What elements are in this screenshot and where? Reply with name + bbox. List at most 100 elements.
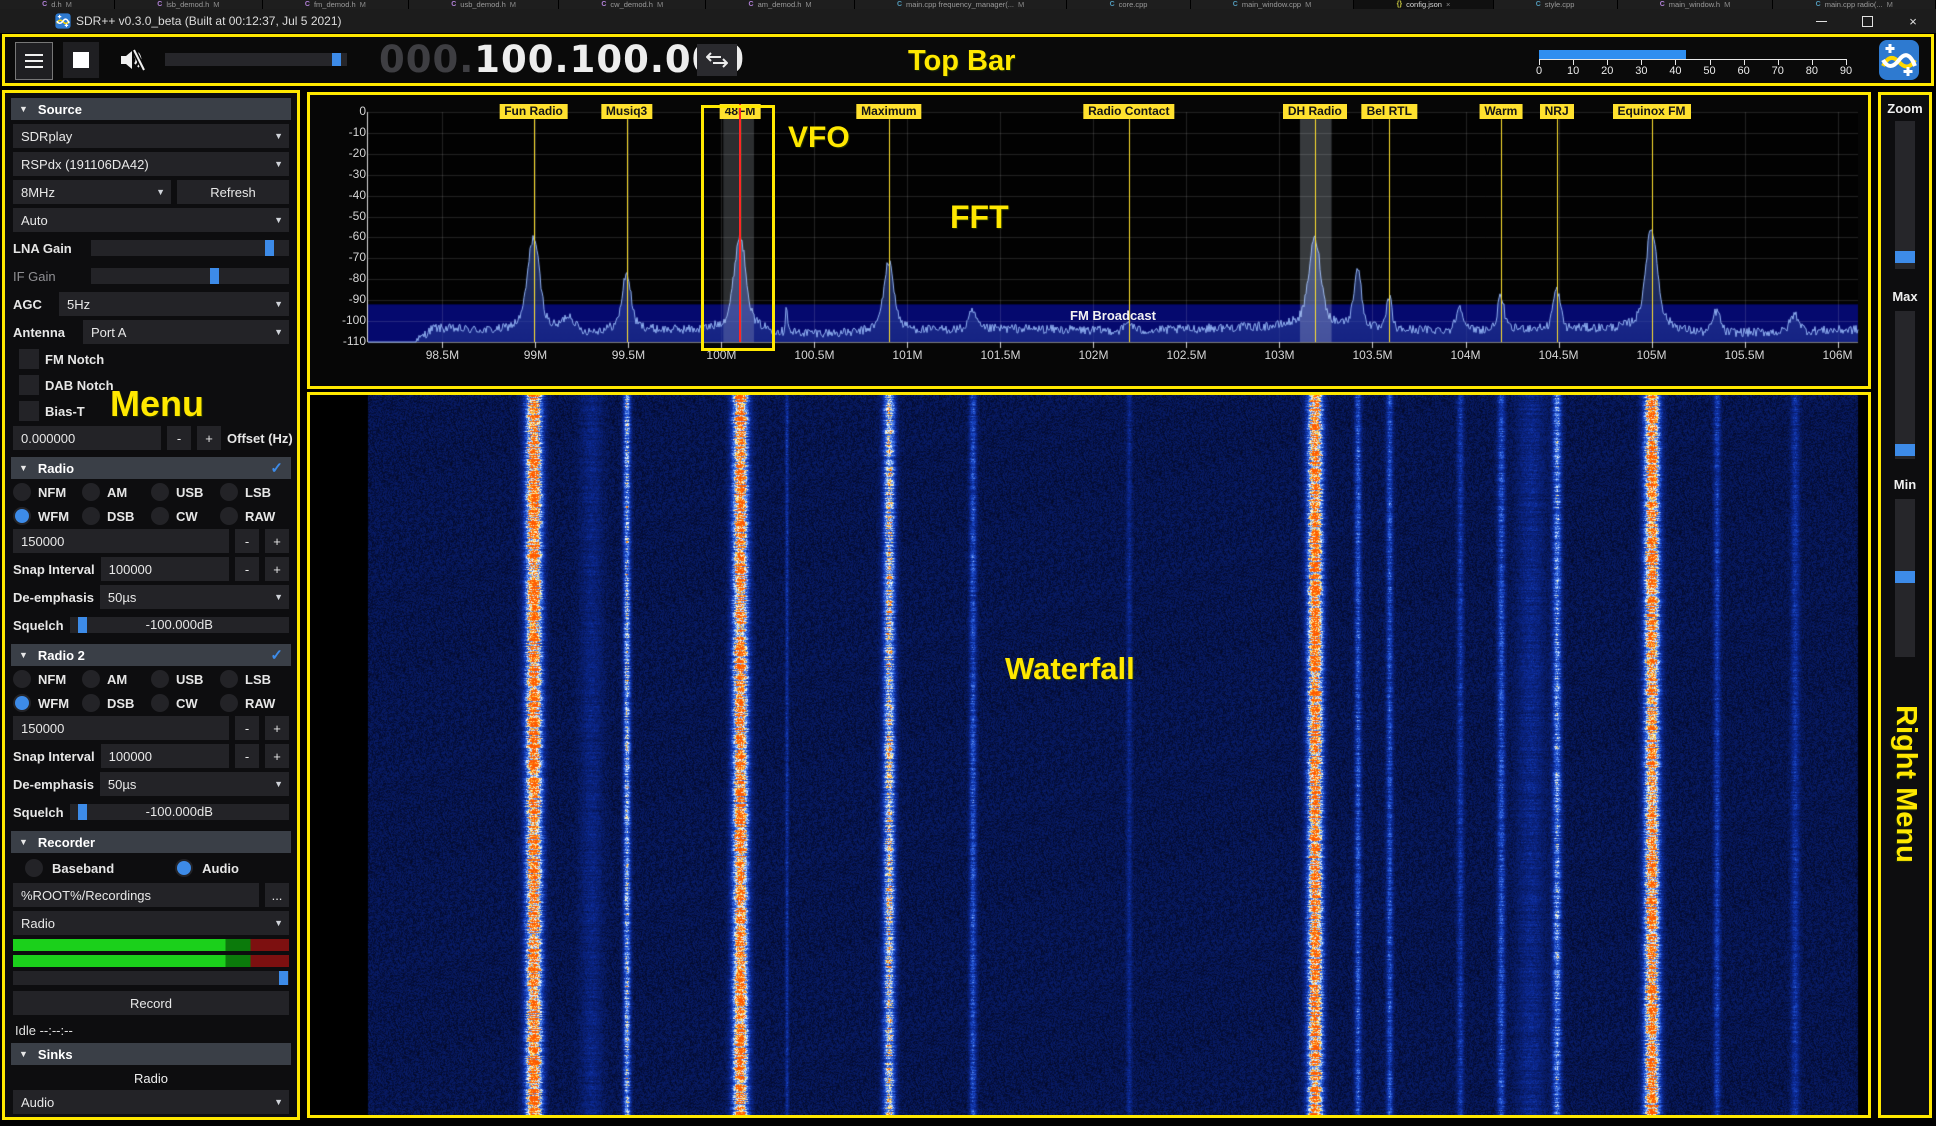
mode-radio[interactable]: [82, 483, 100, 501]
mode-option-nfm[interactable]: NFM: [13, 482, 82, 502]
mode-option-dsb[interactable]: DSB: [82, 506, 151, 526]
offset-plus-button[interactable]: +: [197, 426, 221, 450]
bandwidth-minus-button[interactable]: -: [235, 529, 259, 553]
stop-button[interactable]: [63, 42, 99, 78]
snap-interval-input[interactable]: 100000: [101, 744, 229, 768]
bookmark-label[interactable]: Equinox FM: [1613, 104, 1691, 119]
section-header-radio[interactable]: ▼ Radio ✓: [11, 457, 291, 479]
section-header-source[interactable]: ▼ Source: [11, 98, 291, 120]
editor-tab[interactable]: Cam_demod.hM: [706, 0, 854, 9]
bookmark-label[interactable]: Warm: [1479, 104, 1522, 119]
mode-radio[interactable]: [82, 670, 100, 688]
snap-minus-button[interactable]: -: [235, 744, 259, 768]
editor-tab[interactable]: Ccw_demod.hM: [559, 0, 706, 9]
browse-button[interactable]: ...: [265, 883, 289, 907]
antenna-select[interactable]: Port A▼: [83, 320, 289, 344]
baseband-radio[interactable]: [25, 859, 43, 877]
bandwidth-plus-button[interactable]: +: [265, 716, 289, 740]
mode-option-dsb[interactable]: DSB: [82, 693, 151, 713]
fft-canvas[interactable]: [310, 95, 1868, 386]
zoom-slider[interactable]: [1895, 121, 1915, 269]
agc-rate-select[interactable]: 5Hz▼: [59, 292, 289, 316]
editor-tab[interactable]: Cd.hM: [0, 0, 115, 9]
radio-bandwidth-input[interactable]: 150000: [13, 529, 229, 553]
mode-radio[interactable]: [13, 507, 31, 525]
section-header-sinks[interactable]: ▼ Sinks: [11, 1043, 291, 1065]
snap-interval-input[interactable]: 100000: [101, 557, 229, 581]
fft-display[interactable]: 0-10-20-30-40-50-60-70-80-90-100-110 98.…: [310, 95, 1868, 386]
bookmark-label[interactable]: Bel RTL: [1362, 104, 1417, 119]
waterfall-canvas[interactable]: [310, 395, 1868, 1115]
mode-option-cw[interactable]: CW: [151, 693, 220, 713]
bookmark-label[interactable]: Maximum: [856, 104, 921, 119]
squelch-slider[interactable]: -100.000dB: [70, 804, 289, 820]
snap-plus-button[interactable]: +: [265, 744, 289, 768]
bandwidth-plus-button[interactable]: +: [265, 529, 289, 553]
mode-option-raw[interactable]: RAW: [220, 506, 289, 526]
recorder-stream-select[interactable]: Radio▼: [13, 911, 289, 935]
frequency-display[interactable]: 000.100.100.000: [379, 37, 745, 83]
bias-t-checkbox[interactable]: [19, 401, 39, 421]
refresh-button[interactable]: Refresh: [177, 180, 289, 204]
editor-tab[interactable]: Cmain.cpp frequency_manager(...M: [855, 0, 1068, 9]
editor-tab[interactable]: Cmain_window.hM: [1618, 0, 1774, 9]
mode-radio[interactable]: [82, 694, 100, 712]
max-slider[interactable]: [1895, 311, 1915, 459]
editor-tab[interactable]: Cstyle.cpp: [1494, 0, 1618, 9]
offset-input[interactable]: 0.000000: [13, 426, 161, 450]
editor-tab[interactable]: Cmain_window.cppM: [1191, 0, 1355, 9]
mode-option-wfm[interactable]: WFM: [13, 693, 82, 713]
mode-option-nfm[interactable]: NFM: [13, 669, 82, 689]
close-button[interactable]: ×: [1890, 9, 1936, 33]
sink-type-select[interactable]: Audio▼: [13, 1090, 289, 1114]
mode-radio[interactable]: [220, 694, 238, 712]
lna-gain-handle[interactable]: [265, 240, 274, 256]
record-button[interactable]: Record: [13, 991, 289, 1015]
mode-option-am[interactable]: AM: [82, 669, 151, 689]
mode-radio[interactable]: [151, 670, 169, 688]
mode-radio[interactable]: [13, 670, 31, 688]
if-gain-handle[interactable]: [210, 268, 219, 284]
mode-option-usb[interactable]: USB: [151, 669, 220, 689]
source-device-select[interactable]: RSPdx (191106DA42)▼: [13, 152, 289, 176]
bookmark-label[interactable]: DH Radio: [1283, 104, 1347, 119]
mode-radio[interactable]: [82, 507, 100, 525]
recorder-volume-handle[interactable]: [279, 971, 288, 985]
gain-mode-select[interactable]: Auto▼: [13, 208, 289, 232]
editor-tab[interactable]: Cfm_demod.hM: [263, 0, 409, 9]
mode-radio[interactable]: [13, 694, 31, 712]
mode-option-usb[interactable]: USB: [151, 482, 220, 502]
mode-radio[interactable]: [151, 483, 169, 501]
fm-notch-checkbox[interactable]: [19, 349, 39, 369]
module-enabled-check-icon[interactable]: ✓: [270, 646, 283, 664]
lna-gain-slider[interactable]: [91, 240, 289, 256]
volume-slider-handle[interactable]: [332, 53, 341, 66]
bookmark-label[interactable]: Musiq3: [601, 104, 652, 119]
section-header-radio2[interactable]: ▼ Radio 2 ✓: [11, 644, 291, 666]
editor-tab[interactable]: Cmain.cpp radio(...M: [1773, 0, 1936, 9]
mode-radio[interactable]: [151, 507, 169, 525]
audio-radio[interactable]: [175, 859, 193, 877]
deemphasis-select[interactable]: 50µs▼: [100, 772, 289, 796]
squelch-slider[interactable]: -100.000dB: [70, 617, 289, 633]
min-slider[interactable]: [1895, 499, 1915, 657]
mode-option-am[interactable]: AM: [82, 482, 151, 502]
source-driver-select[interactable]: SDRplay▼: [13, 124, 289, 148]
mode-radio[interactable]: [151, 694, 169, 712]
snap-plus-button[interactable]: +: [265, 557, 289, 581]
close-icon[interactable]: ×: [1446, 0, 1450, 9]
bookmark-label[interactable]: Fun Radio: [499, 104, 568, 119]
mode-option-raw[interactable]: RAW: [220, 693, 289, 713]
vfo-swap-button[interactable]: [697, 44, 737, 76]
section-header-recorder[interactable]: ▼ Recorder: [11, 831, 291, 853]
maximize-button[interactable]: [1844, 9, 1890, 33]
title-bar[interactable]: SDR++ v0.3.0_beta (Built at 00:12:37, Ju…: [0, 9, 1936, 33]
bookmark-label[interactable]: NRJ: [1540, 104, 1574, 119]
mute-button[interactable]: [111, 42, 153, 78]
min-slider-handle[interactable]: [1895, 571, 1915, 583]
volume-slider[interactable]: [165, 53, 347, 66]
deemphasis-select[interactable]: 50µs▼: [100, 585, 289, 609]
module-enabled-check-icon[interactable]: ✓: [270, 459, 283, 477]
waterfall-display[interactable]: Waterfall: [310, 395, 1868, 1115]
editor-tab[interactable]: Cusb_demod.hM: [409, 0, 559, 9]
